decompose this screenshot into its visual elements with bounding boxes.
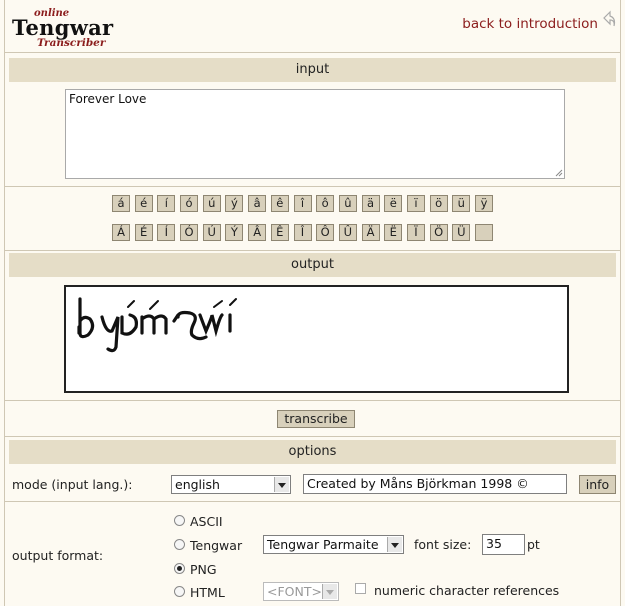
char-key[interactable]: Ô — [316, 224, 335, 241]
char-key[interactable]: ü — [452, 195, 471, 212]
char-key[interactable]: ú — [202, 195, 221, 212]
chevron-down-icon — [274, 477, 289, 492]
mode-select[interactable]: english — [171, 475, 291, 494]
char-key[interactable] — [475, 224, 493, 241]
numeric-refs-label: numeric character references — [374, 583, 560, 598]
char-key[interactable]: Â — [248, 224, 267, 241]
output-section-title: output — [9, 253, 616, 277]
format-label-html: HTML — [190, 585, 225, 600]
mode-info-field[interactable]: Created by Måns Björkman 1998 © — [303, 474, 567, 494]
char-key[interactable]: ä — [361, 195, 380, 212]
char-key[interactable]: Ú — [202, 224, 221, 241]
char-key[interactable]: ô — [316, 195, 335, 212]
font-size-label: font size: — [414, 537, 472, 552]
format-radio-tengwar[interactable] — [174, 539, 185, 550]
output-format-label: output format: — [12, 548, 104, 563]
header: online Tengwar Transcriber back to intro… — [5, 0, 620, 53]
page-frame: online Tengwar Transcriber back to intro… — [4, 0, 621, 606]
char-key[interactable]: Ë — [384, 224, 403, 241]
char-key[interactable]: Î — [293, 224, 312, 241]
char-key[interactable]: ý — [225, 195, 244, 212]
chevron-down-icon — [387, 537, 402, 552]
char-key[interactable]: á — [112, 195, 130, 212]
logo-transcriber: Transcriber — [37, 37, 106, 49]
back-to-introduction-link[interactable]: back to introduction — [462, 16, 598, 32]
special-char-row-uppercase: ÁÉÍÓÚÝÂÊÎÔÛÄËÏÖÜ — [112, 224, 498, 244]
options-section-title: options — [9, 440, 616, 464]
numeric-refs-checkbox[interactable] — [355, 583, 366, 594]
divider — [5, 250, 620, 251]
char-key[interactable]: î — [293, 195, 312, 212]
char-key[interactable]: Ü — [452, 224, 471, 241]
char-key[interactable]: ó — [180, 195, 199, 212]
format-radio-png[interactable] — [174, 563, 185, 574]
special-char-row-lowercase: áéíóúýâêîôûäëïöüÿ — [112, 195, 498, 215]
input-textarea[interactable] — [65, 89, 565, 179]
char-key[interactable]: Û — [338, 224, 357, 241]
site-logo[interactable]: online Tengwar Transcriber — [12, 6, 142, 50]
divider — [5, 400, 620, 401]
char-key[interactable]: ÿ — [475, 195, 493, 212]
format-label-tengwar: Tengwar — [190, 538, 243, 553]
char-key[interactable]: Ï — [406, 224, 425, 241]
char-key[interactable]: ö — [429, 195, 448, 212]
mode-label: mode (input lang.): — [12, 477, 133, 492]
format-radio-html[interactable] — [174, 586, 185, 597]
font-size-unit: pt — [527, 537, 540, 552]
char-key[interactable]: é — [134, 195, 153, 212]
char-key[interactable]: ë — [384, 195, 403, 212]
chevron-down-icon — [322, 584, 337, 599]
format-radio-ascii[interactable] — [174, 515, 185, 526]
char-key[interactable]: É — [134, 224, 153, 241]
info-button[interactable]: info — [579, 475, 616, 494]
html-font-select[interactable]: <FONT> — [263, 582, 339, 601]
font-size-input[interactable]: 35 — [482, 534, 525, 555]
char-key[interactable]: â — [248, 195, 267, 212]
divider — [5, 501, 620, 502]
char-key[interactable]: Ö — [429, 224, 448, 241]
char-key[interactable]: Í — [157, 224, 176, 241]
tengwar-font-select[interactable]: Tengwar Parmaite — [263, 535, 404, 554]
char-key[interactable]: Ê — [270, 224, 289, 241]
char-key[interactable]: Ý — [225, 224, 244, 241]
transcribe-button[interactable]: transcribe — [277, 410, 355, 428]
divider — [5, 436, 620, 437]
char-key[interactable]: ê — [270, 195, 289, 212]
input-section-title: input — [9, 58, 616, 82]
output-image — [64, 285, 569, 393]
divider — [5, 186, 620, 187]
format-label-ascii: ASCII — [190, 514, 223, 529]
char-key[interactable]: Á — [112, 224, 130, 241]
char-key[interactable]: Ó — [180, 224, 199, 241]
tengwar-output-glyphs — [77, 297, 237, 353]
char-key[interactable]: í — [157, 195, 176, 212]
format-label-png: PNG — [190, 562, 217, 577]
char-key[interactable]: ï — [406, 195, 425, 212]
char-key[interactable]: Ä — [361, 224, 380, 241]
back-arrow-icon[interactable] — [600, 10, 616, 28]
char-key[interactable]: û — [338, 195, 357, 212]
resize-grip-icon[interactable] — [553, 167, 563, 177]
